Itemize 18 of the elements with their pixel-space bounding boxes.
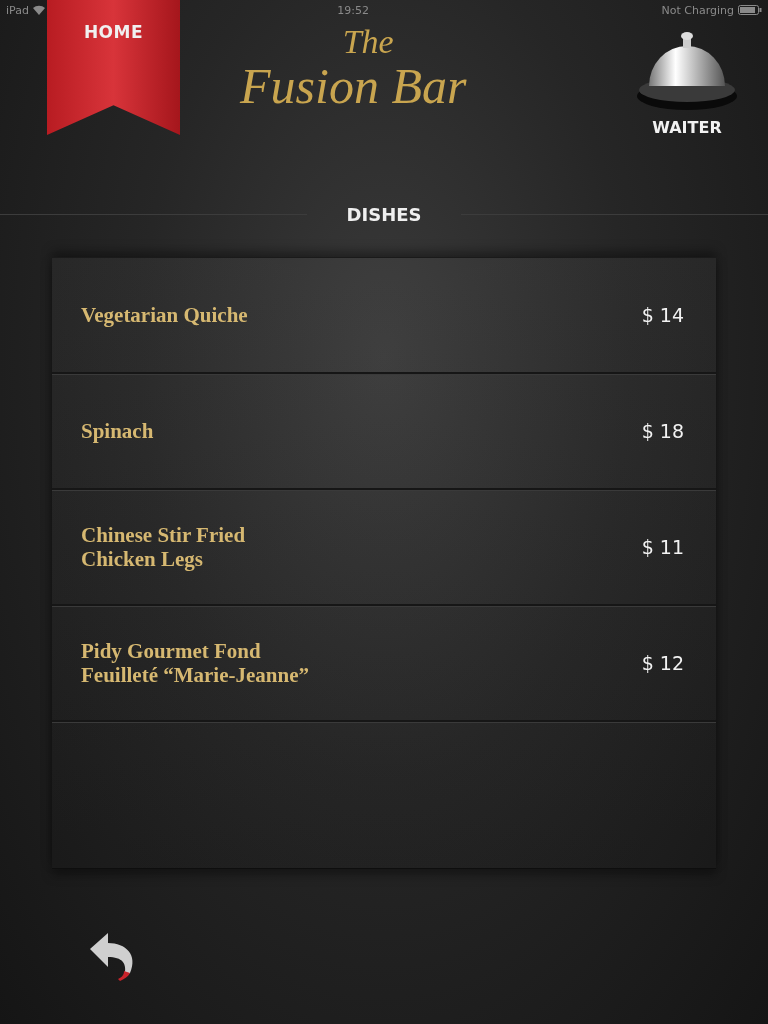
waiter-button[interactable]: WAITER (632, 30, 742, 137)
clock: 19:52 (337, 3, 370, 17)
dish-price: $ 14 (641, 304, 684, 326)
section-title: DISHES (346, 204, 422, 225)
dish-name: Spinach (81, 419, 154, 443)
logo-text: The (342, 24, 394, 60)
dish-price: $ 12 (641, 652, 684, 674)
dish-name: Vegetarian Quiche (81, 303, 248, 327)
home-button[interactable]: HOME (47, 0, 180, 135)
dish-price: $ 11 (641, 536, 684, 558)
wifi-icon (32, 5, 45, 15)
battery-icon (738, 5, 762, 15)
device-name: iPad (6, 3, 29, 17)
logo-title: Fusion Bar (240, 60, 467, 112)
dish-price: $ 18 (641, 420, 684, 442)
battery-status: Not Charging (661, 3, 734, 17)
dish-name: Chinese Stir Fried Chicken Legs (81, 523, 246, 571)
dish-name: Pidy Gourmet Fond Feuilleté “Marie-Jeanne” (81, 639, 309, 687)
